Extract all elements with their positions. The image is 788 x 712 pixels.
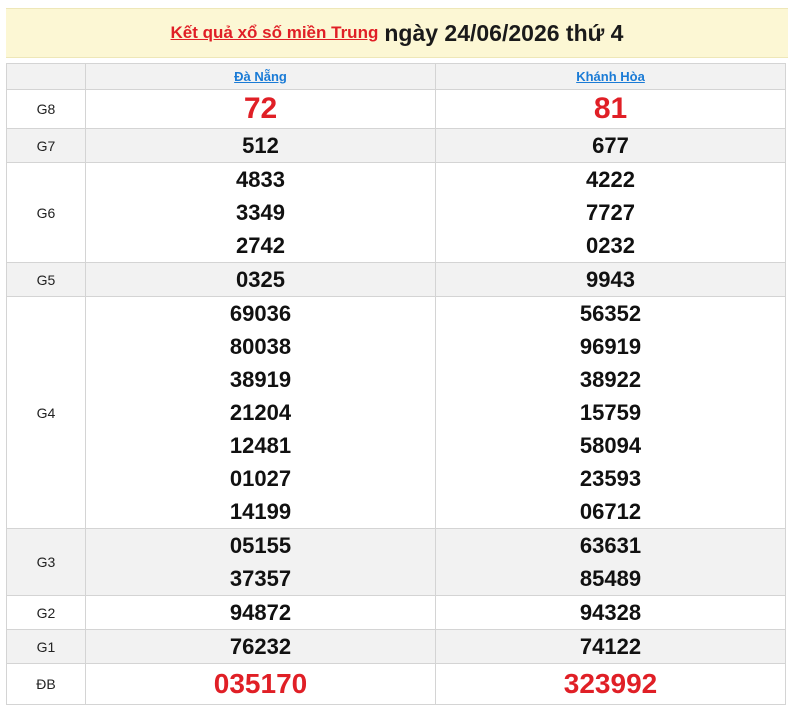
prize-number: 96919	[579, 334, 642, 359]
mien-trung-results-link[interactable]: Kết quả xổ số miền Trung	[171, 23, 379, 43]
prize-number: 81	[593, 92, 628, 125]
table-row: G5 0325 9943	[6, 262, 786, 297]
prize-number: 21204	[229, 400, 292, 425]
prize-number: 12481	[229, 433, 292, 458]
prize-numbers-khanh-hoa: 677	[435, 128, 786, 163]
prize-label: G1	[6, 629, 86, 664]
table-row: G2 94872 94328	[6, 595, 786, 630]
prize-numbers-khanh-hoa: 56352 96919 38922 15759 58094 23593 0671…	[435, 296, 786, 529]
prize-number: 94328	[579, 600, 642, 625]
prize-number: 01027	[229, 466, 292, 491]
province-link-khanh-hoa[interactable]: Khánh Hòa	[576, 69, 645, 84]
prize-number: 58094	[579, 433, 642, 458]
prize-number: 69036	[229, 301, 292, 326]
table-row: G6 4833 3349 2742 4222 7727 0232	[6, 162, 786, 263]
prize-number: 4222	[586, 167, 635, 192]
lottery-results-page: Kết quả xổ số miền Trung ngày 24/06/2026…	[0, 0, 788, 712]
prize-number: 38922	[579, 367, 642, 392]
prize-number: 94872	[229, 600, 292, 625]
draw-date-text: ngày 24/06/2026 thứ 4	[384, 19, 624, 46]
prize-label: G2	[6, 595, 86, 630]
table-header-row: Đà Nẵng Khánh Hòa	[6, 63, 786, 90]
prize-number: 80038	[229, 334, 292, 359]
prize-number: 05155	[229, 533, 292, 558]
prize-label: ĐB	[6, 663, 86, 705]
prize-label: G4	[6, 296, 86, 529]
special-prize-number: 323992	[563, 668, 658, 699]
prize-number: 4833	[236, 167, 285, 192]
prize-number: 15759	[579, 400, 642, 425]
province-header-khanh-hoa: Khánh Hòa	[435, 63, 786, 90]
prize-number: 7727	[586, 200, 635, 225]
prize-numbers-khanh-hoa: 323992	[435, 663, 786, 705]
prize-number: 56352	[579, 301, 642, 326]
prize-number: 85489	[579, 566, 642, 591]
prize-label: G8	[6, 89, 86, 129]
prize-numbers-da-nang: 0325	[85, 262, 436, 297]
prize-numbers-khanh-hoa: 81	[435, 89, 786, 129]
prize-numbers-da-nang: 05155 37357	[85, 528, 436, 596]
prize-number: 76232	[229, 634, 292, 659]
results-title-bar: Kết quả xổ số miền Trung ngày 24/06/2026…	[6, 8, 788, 58]
prize-numbers-da-nang: 94872	[85, 595, 436, 630]
prize-label: G3	[6, 528, 86, 596]
province-header-da-nang: Đà Nẵng	[85, 63, 436, 90]
prize-number: 9943	[586, 267, 635, 292]
prize-numbers-da-nang: 512	[85, 128, 436, 163]
prize-numbers-da-nang: 76232	[85, 629, 436, 664]
prize-numbers-khanh-hoa: 9943	[435, 262, 786, 297]
prize-number: 2742	[236, 233, 285, 258]
prize-number: 74122	[579, 634, 642, 659]
prize-number: 0232	[586, 233, 635, 258]
prize-numbers-khanh-hoa: 4222 7727 0232	[435, 162, 786, 263]
prize-number: 63631	[579, 533, 642, 558]
prize-number: 37357	[229, 566, 292, 591]
table-row: G3 05155 37357 63631 85489	[6, 528, 786, 596]
prize-header-cell	[6, 63, 86, 90]
prize-number: 677	[592, 133, 629, 158]
prize-number: 23593	[579, 466, 642, 491]
table-row: G8 72 81	[6, 89, 786, 129]
table-row: G7 512 677	[6, 128, 786, 163]
table-row: ĐB 035170 323992	[6, 663, 786, 705]
table-row: G1 76232 74122	[6, 629, 786, 664]
prize-number: 06712	[579, 499, 642, 524]
prize-number: 72	[243, 92, 278, 125]
prize-numbers-da-nang: 69036 80038 38919 21204 12481 01027 1419…	[85, 296, 436, 529]
prize-number: 14199	[229, 499, 292, 524]
prize-numbers-da-nang: 035170	[85, 663, 436, 705]
prize-numbers-da-nang: 4833 3349 2742	[85, 162, 436, 263]
prize-number: 0325	[236, 267, 285, 292]
prize-number: 512	[242, 133, 279, 158]
prize-number: 38919	[229, 367, 292, 392]
prize-numbers-khanh-hoa: 74122	[435, 629, 786, 664]
prize-numbers-da-nang: 72	[85, 89, 436, 129]
table-row: G4 69036 80038 38919 21204 12481 01027 1…	[6, 296, 786, 529]
province-link-da-nang[interactable]: Đà Nẵng	[234, 69, 287, 84]
prize-numbers-khanh-hoa: 94328	[435, 595, 786, 630]
prize-label: G7	[6, 128, 86, 163]
prize-number: 3349	[236, 200, 285, 225]
prize-label: G5	[6, 262, 86, 297]
special-prize-number: 035170	[213, 668, 308, 699]
results-table: Đà Nẵng Khánh Hòa G8 72 81 G7 512 677 G6…	[6, 63, 786, 705]
prize-numbers-khanh-hoa: 63631 85489	[435, 528, 786, 596]
prize-label: G6	[6, 162, 86, 263]
